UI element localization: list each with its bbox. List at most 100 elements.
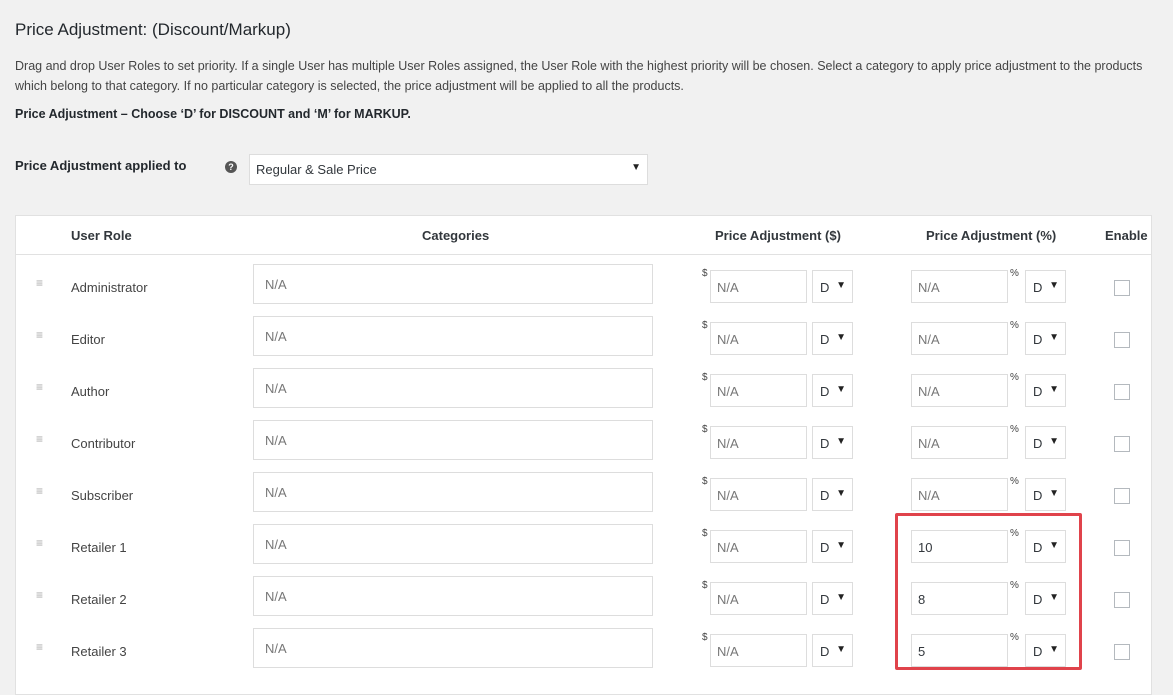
categories-input[interactable]: N/A [253, 576, 653, 616]
percent-type-select[interactable]: D ▼ [1025, 426, 1066, 459]
role-name: Administrator [71, 280, 148, 295]
drag-handle-icon[interactable]: ≡ [36, 641, 45, 653]
drag-handle-icon[interactable]: ≡ [36, 381, 45, 393]
currency-symbol: $ [702, 320, 708, 331]
adjustment-note: Price Adjustment – Choose ‘D’ for DISCOU… [15, 107, 411, 121]
role-name: Retailer 2 [71, 592, 127, 607]
table-row: ≡ Author N/A $ N/A D ▼ N/A% D ▼ [16, 364, 1151, 416]
categories-input[interactable]: N/A [253, 472, 653, 512]
dollar-adjustment-input[interactable]: N/A [710, 634, 807, 667]
dollar-adjustment-input[interactable]: N/A [710, 530, 807, 563]
dollar-type-select[interactable]: D ▼ [812, 270, 853, 303]
chevron-down-icon: ▼ [836, 592, 846, 603]
categories-input[interactable]: N/A [253, 628, 653, 668]
page-title: Price Adjustment: (Discount/Markup) [15, 20, 291, 39]
enable-checkbox[interactable] [1114, 280, 1130, 296]
enable-checkbox[interactable] [1114, 488, 1130, 504]
chevron-down-icon: ▼ [631, 162, 641, 173]
dollar-type-value: D [820, 644, 830, 659]
dollar-type-select[interactable]: D ▼ [812, 374, 853, 407]
percent-adjustment-input[interactable]: N/A [911, 322, 1008, 355]
header-categories: Categories [422, 228, 490, 243]
chevron-down-icon: ▼ [1049, 436, 1059, 447]
highlight-box [895, 513, 1082, 670]
dollar-type-value: D [820, 280, 830, 295]
percent-symbol: % [1010, 476, 1019, 487]
enable-checkbox[interactable] [1114, 644, 1130, 660]
currency-symbol: $ [702, 268, 708, 279]
drag-handle-icon[interactable]: ≡ [36, 589, 45, 601]
chevron-down-icon: ▼ [1049, 384, 1059, 395]
percent-adjustment-input[interactable]: N/A [911, 270, 1008, 303]
dollar-adjustment-input[interactable]: N/A [710, 374, 807, 407]
dollar-type-select[interactable]: D ▼ [812, 530, 853, 563]
applied-to-value: Regular & Sale Price [256, 162, 377, 177]
percent-adjustment-input[interactable]: N/A [911, 478, 1008, 511]
percent-type-select[interactable]: D ▼ [1025, 478, 1066, 511]
dollar-adjustment-input[interactable]: N/A [710, 478, 807, 511]
percent-type-select[interactable]: D ▼ [1025, 374, 1066, 407]
dollar-adjustment-input[interactable]: N/A [710, 322, 807, 355]
categories-input[interactable]: N/A [253, 368, 653, 408]
percent-type-value: D [1033, 436, 1043, 451]
dollar-type-select[interactable]: D ▼ [812, 582, 853, 615]
header-enable: Enable [1105, 228, 1148, 243]
chevron-down-icon: ▼ [836, 540, 846, 551]
dollar-type-value: D [820, 540, 830, 555]
percent-symbol: % [1010, 268, 1019, 279]
dollar-type-value: D [820, 488, 830, 503]
percent-type-select[interactable]: D ▼ [1025, 270, 1066, 303]
drag-handle-icon[interactable]: ≡ [36, 433, 45, 445]
role-name: Editor [71, 332, 105, 347]
categories-input[interactable]: N/A [253, 316, 653, 356]
header-adjustment-percent: Price Adjustment (%) [926, 228, 1057, 243]
enable-checkbox[interactable] [1114, 384, 1130, 400]
enable-checkbox[interactable] [1114, 436, 1130, 452]
applied-to-label: Price Adjustment applied to [15, 158, 187, 173]
percent-type-select[interactable]: D ▼ [1025, 322, 1066, 355]
categories-input[interactable]: N/A [253, 420, 653, 460]
drag-handle-icon[interactable]: ≡ [36, 485, 45, 497]
drag-handle-icon[interactable]: ≡ [36, 329, 45, 341]
percent-symbol: % [1010, 320, 1019, 331]
drag-handle-icon[interactable]: ≡ [36, 537, 45, 549]
dollar-type-value: D [820, 436, 830, 451]
drag-handle-icon[interactable]: ≡ [36, 277, 45, 289]
dollar-type-select[interactable]: D ▼ [812, 426, 853, 459]
percent-symbol: % [1010, 424, 1019, 435]
dollar-adjustment-input[interactable]: N/A [710, 426, 807, 459]
chevron-down-icon: ▼ [836, 436, 846, 447]
percent-type-value: D [1033, 384, 1043, 399]
percent-symbol: % [1010, 372, 1019, 383]
currency-symbol: $ [702, 580, 708, 591]
percent-adjustment-input[interactable]: N/A [911, 426, 1008, 459]
dollar-adjustment-input[interactable]: N/A [710, 582, 807, 615]
dollar-type-select[interactable]: D ▼ [812, 634, 853, 667]
enable-checkbox[interactable] [1114, 332, 1130, 348]
chevron-down-icon: ▼ [836, 280, 846, 291]
enable-checkbox[interactable] [1114, 540, 1130, 556]
chevron-down-icon: ▼ [836, 488, 846, 499]
dollar-type-value: D [820, 384, 830, 399]
categories-input[interactable]: N/A [253, 264, 653, 304]
header-adjustment-dollar: Price Adjustment ($) [715, 228, 841, 243]
categories-input[interactable]: N/A [253, 524, 653, 564]
currency-symbol: $ [702, 424, 708, 435]
help-icon[interactable]: ? [225, 161, 237, 173]
role-name: Retailer 3 [71, 644, 127, 659]
percent-type-value: D [1033, 332, 1043, 347]
enable-checkbox[interactable] [1114, 592, 1130, 608]
role-name: Subscriber [71, 488, 134, 503]
chevron-down-icon: ▼ [836, 384, 846, 395]
currency-symbol: $ [702, 528, 708, 539]
applied-to-select[interactable]: Regular & Sale Price ▼ [249, 154, 648, 185]
percent-adjustment-input[interactable]: N/A [911, 374, 1008, 407]
dollar-adjustment-input[interactable]: N/A [710, 270, 807, 303]
currency-symbol: $ [702, 632, 708, 643]
header-user-role: User Role [71, 228, 132, 243]
dollar-type-select[interactable]: D ▼ [812, 322, 853, 355]
dollar-type-select[interactable]: D ▼ [812, 478, 853, 511]
percent-type-value: D [1033, 280, 1043, 295]
table-row: ≡ Editor N/A $ N/A D ▼ N/A% D ▼ [16, 312, 1151, 364]
chevron-down-icon: ▼ [1049, 280, 1059, 291]
